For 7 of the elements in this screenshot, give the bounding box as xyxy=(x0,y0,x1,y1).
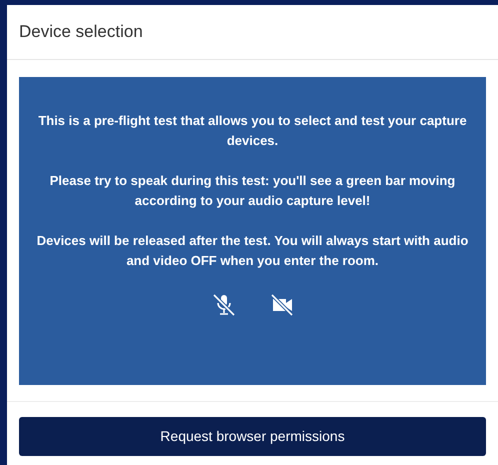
info-text: Please try to speak during this test: you'll see a green bar moving according to your audio capture level! xyxy=(48,172,456,210)
camera-off-icon[interactable] xyxy=(270,293,294,317)
info-text: Devices will be released after the test. You will always start with audio and video OFF when you enter the room. xyxy=(36,232,470,270)
info-text: This is a pre-flight test that allows you to select and test your capture devices. xyxy=(37,112,468,150)
request-permissions-button[interactable]: Request browser permissions xyxy=(19,417,486,456)
dialog-title: Device selection xyxy=(19,21,143,44)
microphone-off-icon[interactable] xyxy=(212,293,236,317)
